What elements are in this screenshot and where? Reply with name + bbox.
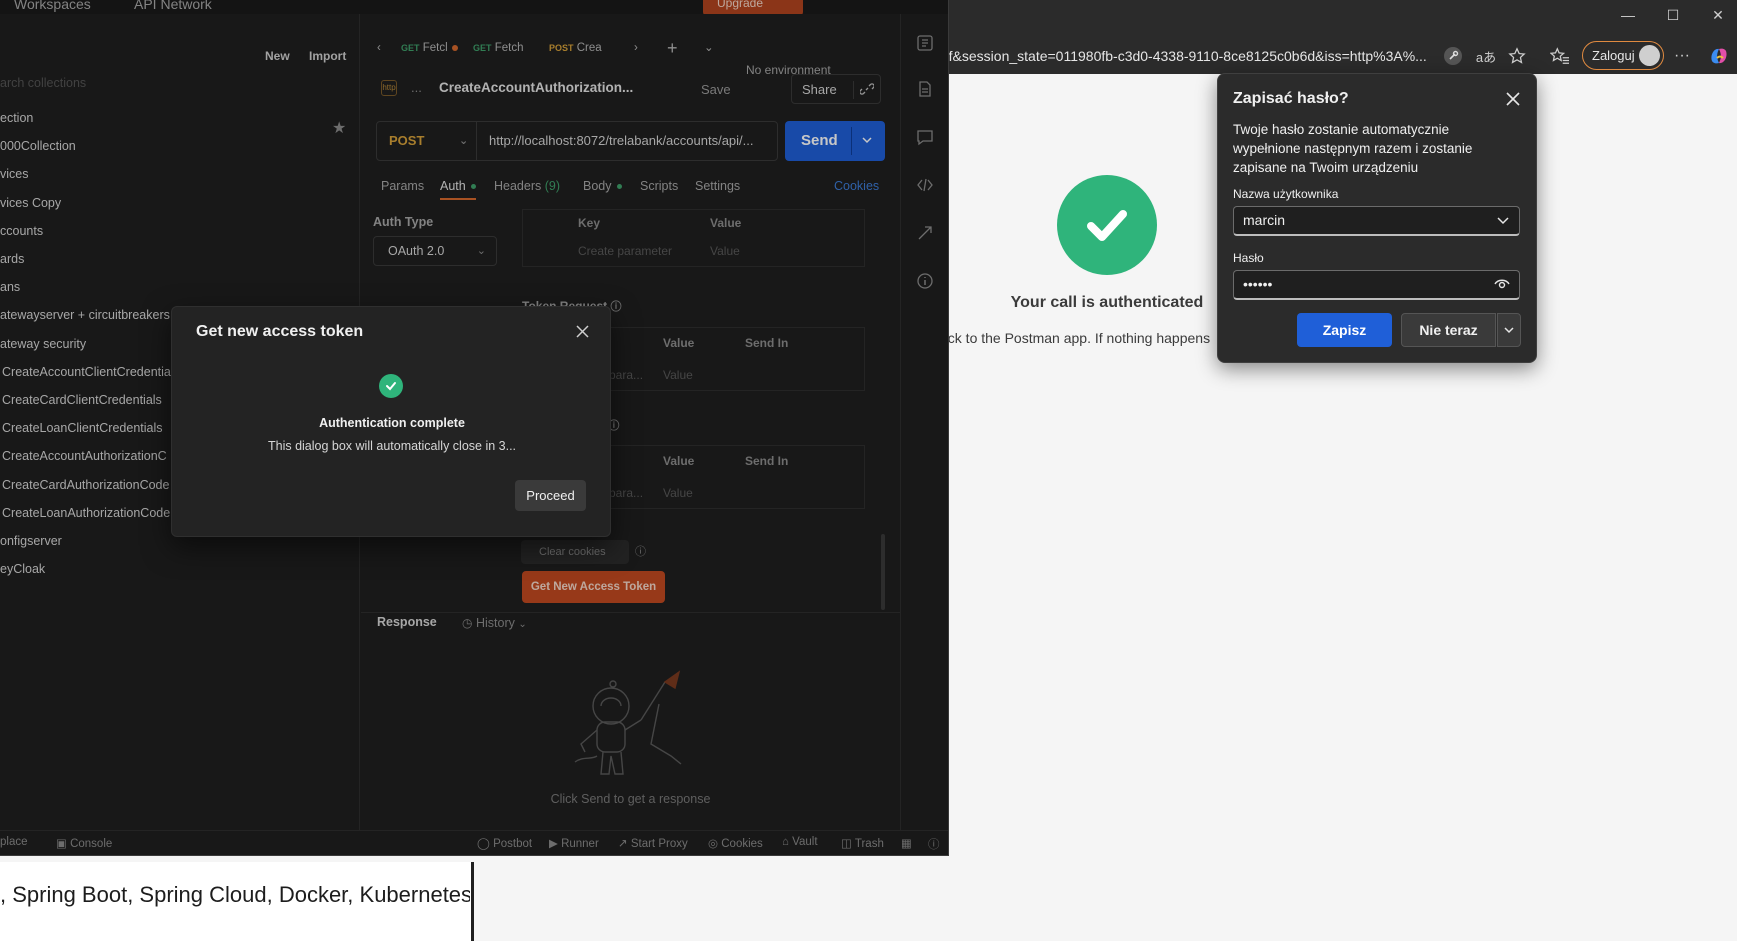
username-label: Nazwa użytkownika (1233, 187, 1339, 201)
get-token-modal: Get new access token Authentication comp… (171, 306, 611, 537)
modal-title: Get new access token (196, 323, 364, 340)
address-bar[interactable]: rf&session_state=011980fb-c3d0-4338-9110… (944, 41, 1449, 71)
favorites-list-icon[interactable] (1548, 44, 1572, 68)
close-icon[interactable] (1502, 88, 1524, 110)
close-window-icon[interactable]: ✕ (1700, 4, 1736, 26)
page-title: Your call is authenticated (1010, 294, 1204, 311)
save-password-popup: Zapisać hasło? Twoje hasło zostanie auto… (1217, 73, 1537, 363)
login-label: Zaloguj (1592, 48, 1635, 63)
read-aloud-icon[interactable]: aあ (1474, 44, 1498, 68)
not-now-button[interactable]: Nie teraz (1401, 313, 1496, 347)
favorite-star-icon[interactable] (1505, 44, 1529, 68)
proceed-button[interactable]: Proceed (515, 480, 586, 511)
popup-title: Zapisać hasło? (1233, 90, 1349, 107)
chevron-down-icon[interactable] (1496, 213, 1510, 227)
password-field[interactable]: •••••• (1233, 270, 1520, 300)
key-icon[interactable] (1441, 44, 1465, 68)
username-value: marcin (1243, 212, 1286, 228)
password-value: •••••• (1243, 276, 1273, 292)
postman-window: Workspaces API Network Upgrade New Impor… (0, 0, 949, 856)
success-check-icon (1057, 175, 1157, 275)
check-circle-icon (379, 374, 403, 398)
show-password-eye-icon[interactable] (1494, 277, 1510, 291)
auth-complete-heading: Authentication complete (319, 416, 465, 430)
username-field[interactable]: marcin (1233, 206, 1520, 236)
close-icon[interactable] (572, 321, 592, 341)
page-subtitle: ack to the Postman app. If nothing happe… (940, 330, 1211, 346)
profile-login-button[interactable]: Zaloguj (1582, 41, 1664, 70)
password-label: Hasło (1233, 251, 1264, 265)
popup-description: Twoje hasło zostanie automatycznie wypeł… (1233, 122, 1473, 175)
copilot-icon[interactable] (1707, 44, 1731, 68)
more-menu-icon[interactable]: ··· (1670, 44, 1694, 68)
avatar (1639, 45, 1660, 66)
auto-close-message: This dialog box will automatically close… (267, 439, 517, 453)
minimize-icon[interactable]: — (1610, 4, 1646, 26)
background-window-text: , Spring Boot, Spring Cloud, Docker, Kub… (0, 882, 470, 907)
maximize-icon[interactable]: ☐ (1655, 4, 1691, 26)
save-password-button[interactable]: Zapisz (1297, 313, 1392, 347)
more-options-dropdown[interactable] (1497, 313, 1521, 347)
